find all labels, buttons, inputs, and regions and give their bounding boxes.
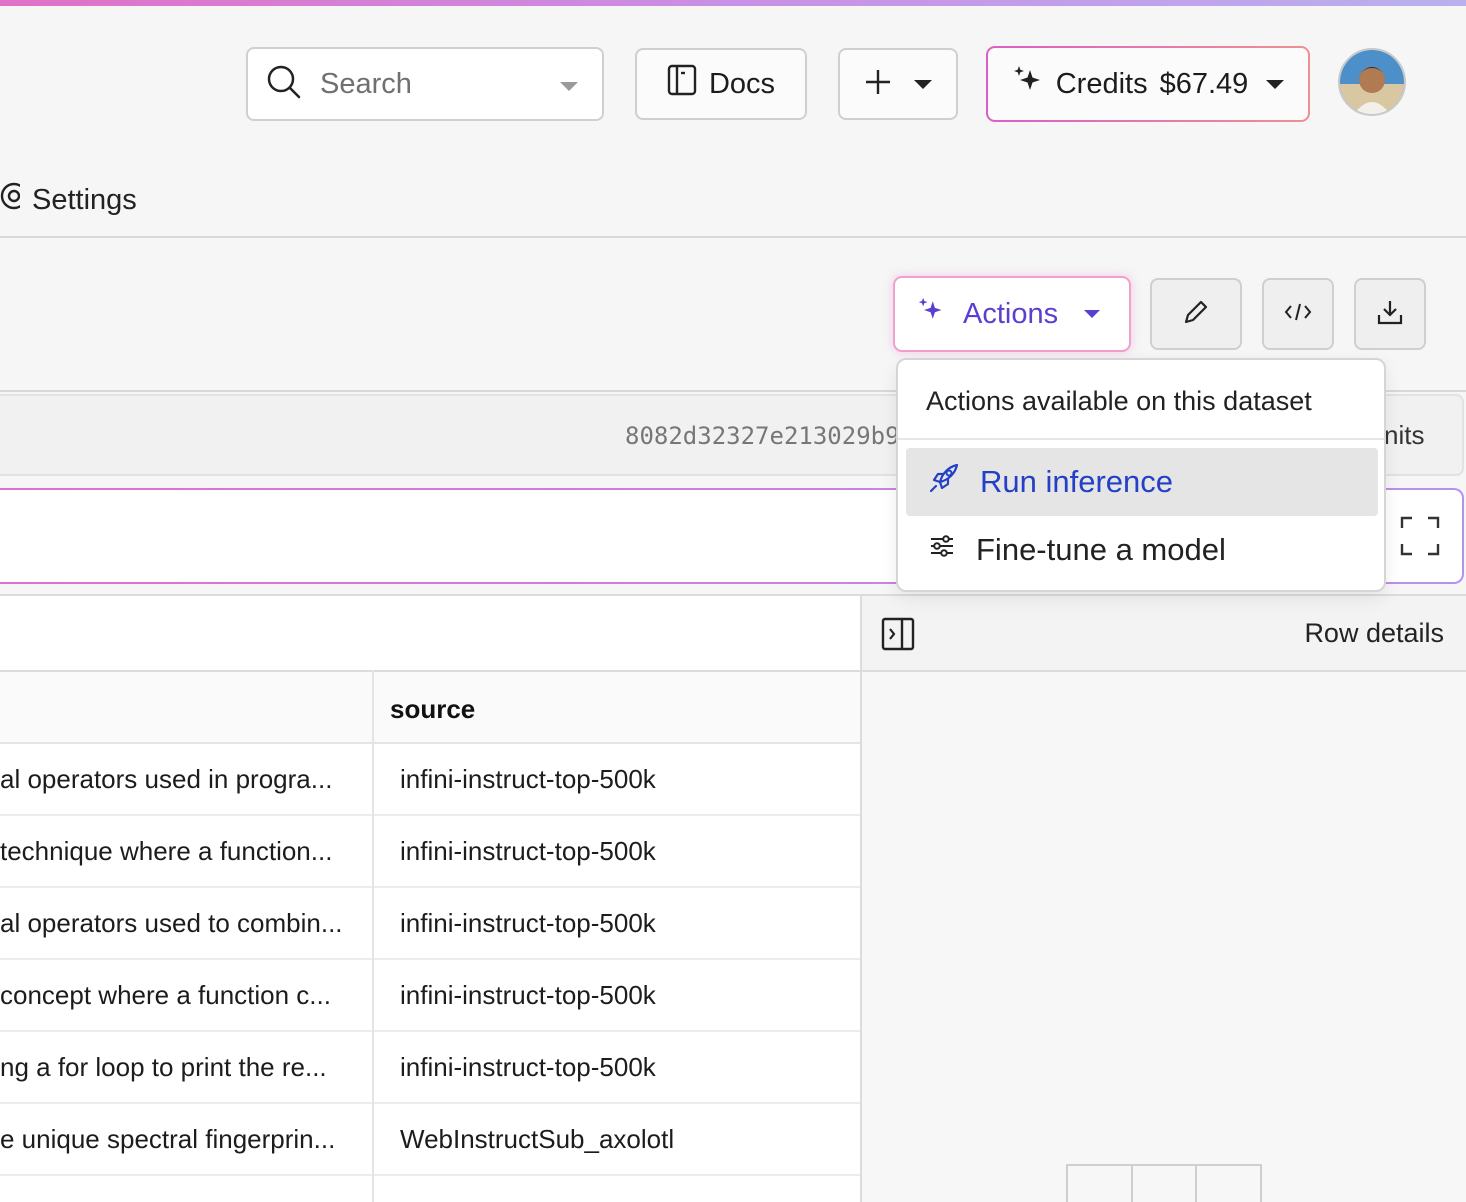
table-row[interactable]: concept where a function c... infini-ins…: [0, 960, 860, 1032]
table-cell: ng a for loop to print the re...: [0, 1052, 327, 1082]
search-icon: [266, 64, 302, 105]
settings-tab[interactable]: Settings: [0, 180, 137, 220]
chevron-down-icon[interactable]: [560, 82, 578, 91]
table-cell: al operators used in progra...: [0, 764, 333, 794]
commit-hash[interactable]: 8082d32327e213029b9: [625, 422, 900, 450]
illustration-cell: [1133, 1166, 1198, 1202]
settings-label: Settings: [32, 183, 137, 216]
download-button[interactable]: [1354, 278, 1426, 350]
chevron-down-icon: [914, 79, 932, 89]
illustration-cell: [1197, 1166, 1260, 1202]
illustration-cell: [1068, 1166, 1133, 1202]
dropdown-heading: Actions available on this dataset: [926, 386, 1312, 416]
rocket-icon: [928, 462, 960, 502]
credits-label: Credits: [1055, 67, 1148, 100]
sliders-icon: [928, 532, 956, 568]
credits-button[interactable]: Credits $67.49: [986, 46, 1310, 122]
credits-value: $67.49: [1159, 67, 1249, 100]
menu-item-label: Run inference: [980, 464, 1174, 499]
book-icon: [667, 64, 697, 104]
docs-label: Docs: [708, 67, 776, 100]
commits-link[interactable]: nits: [1384, 420, 1424, 451]
top-header: Search Docs Credits $67.49: [0, 6, 1466, 158]
table-cell-source: infini-instruct-top-500k: [400, 980, 656, 1010]
table-cell: al operators used to combin...: [0, 908, 343, 938]
row-details-title: Row details: [1304, 618, 1444, 648]
gear-icon: [0, 179, 28, 221]
table-cell-source: infini-instruct-top-500k: [400, 1052, 656, 1082]
pencil-icon: [1182, 298, 1210, 331]
row-details-panel: Row details: [862, 594, 1466, 1202]
panel-toggle-icon[interactable]: [880, 616, 916, 657]
table-row[interactable]: technique where a function... infini-ins…: [0, 816, 860, 888]
table-header: source: [0, 672, 860, 744]
sparkles-icon: [917, 296, 945, 332]
table-row[interactable]: al operators used to combin... infini-in…: [0, 888, 860, 960]
table-cell-source: WebInstructSub_axolotl: [400, 1124, 675, 1154]
actions-button[interactable]: Actions: [893, 276, 1131, 352]
table-cell: technique where a function...: [0, 836, 333, 866]
row-details-header: Row details: [862, 596, 1466, 672]
table-row[interactable]: e unique spectral fingerprin... WebInstr…: [0, 1104, 860, 1176]
actions-dropdown-menu: Actions available on this dataset Run in…: [896, 358, 1386, 592]
search-placeholder: Search: [320, 67, 412, 100]
avatar[interactable]: [1338, 48, 1406, 116]
column-header-source[interactable]: source: [390, 694, 475, 725]
divider: [0, 236, 1466, 238]
code-button[interactable]: [1262, 278, 1334, 350]
table-cell: concept where a function c...: [0, 980, 331, 1010]
docs-button[interactable]: Docs: [635, 48, 807, 120]
search-input[interactable]: Search: [246, 47, 604, 121]
empty-state-illustration: [1066, 1164, 1262, 1202]
column-divider: [372, 670, 374, 1202]
data-table: source al operators used in progra... in…: [0, 594, 862, 1202]
table-cell: e unique spectral fingerprin...: [0, 1124, 336, 1154]
chevron-down-icon: [1266, 79, 1285, 89]
menu-item-run-inference[interactable]: Run inference: [906, 448, 1378, 516]
create-new-button[interactable]: [838, 48, 958, 120]
menu-item-fine-tune[interactable]: Fine-tune a model: [906, 516, 1378, 584]
plus-icon: [864, 68, 892, 101]
edit-button[interactable]: [1150, 278, 1242, 350]
sparkles-icon: [1012, 64, 1044, 104]
table-row[interactable]: ng a for loop to print the re... infini-…: [0, 1032, 860, 1104]
expand-icon[interactable]: [1400, 516, 1440, 561]
code-icon: [1283, 300, 1313, 329]
table-cell-source: infini-instruct-top-500k: [400, 836, 656, 866]
actions-label: Actions: [963, 297, 1059, 330]
table-cell-source: infini-instruct-top-500k: [400, 908, 656, 938]
chevron-down-icon: [1084, 310, 1101, 318]
table-toolbar: [0, 596, 860, 672]
download-icon: [1376, 298, 1404, 331]
table-cell-source: infini-instruct-top-500k: [400, 764, 656, 794]
divider: [898, 438, 1384, 440]
menu-item-label: Fine-tune a model: [976, 532, 1226, 567]
table-row[interactable]: al operators used in progra... infini-in…: [0, 744, 860, 816]
